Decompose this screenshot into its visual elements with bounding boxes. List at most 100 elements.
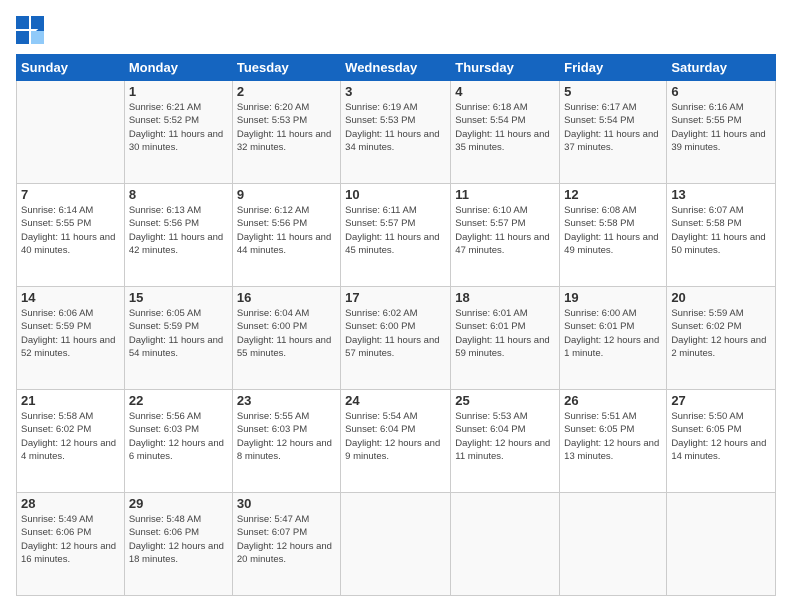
day-info: Sunrise: 6:21 AM Sunset: 5:52 PM Dayligh… [129,101,228,154]
day-info: Sunrise: 6:19 AM Sunset: 5:53 PM Dayligh… [345,101,446,154]
day-number: 1 [129,84,228,99]
day-info: Sunrise: 6:06 AM Sunset: 5:59 PM Dayligh… [21,307,120,360]
day-info: Sunrise: 6:01 AM Sunset: 6:01 PM Dayligh… [455,307,555,360]
calendar-cell: 3 Sunrise: 6:19 AM Sunset: 5:53 PM Daylig… [341,81,451,184]
calendar-cell: 19 Sunrise: 6:00 AM Sunset: 6:01 PM Dayli… [560,287,667,390]
day-info: Sunrise: 5:51 AM Sunset: 6:05 PM Dayligh… [564,410,662,463]
day-number: 23 [237,393,336,408]
calendar-cell: 24 Sunrise: 5:54 AM Sunset: 6:04 PM Dayli… [341,390,451,493]
calendar-cell: 20 Sunrise: 5:59 AM Sunset: 6:02 PM Dayli… [667,287,776,390]
day-info: Sunrise: 6:00 AM Sunset: 6:01 PM Dayligh… [564,307,662,360]
day-info: Sunrise: 6:07 AM Sunset: 5:58 PM Dayligh… [671,204,771,257]
day-number: 3 [345,84,446,99]
day-info: Sunrise: 6:08 AM Sunset: 5:58 PM Dayligh… [564,204,662,257]
day-number: 26 [564,393,662,408]
day-info: Sunrise: 6:14 AM Sunset: 5:55 PM Dayligh… [21,204,120,257]
calendar-cell: 2 Sunrise: 6:20 AM Sunset: 5:53 PM Daylig… [232,81,340,184]
calendar-cell: 15 Sunrise: 6:05 AM Sunset: 5:59 PM Dayli… [124,287,232,390]
day-number: 18 [455,290,555,305]
calendar-cell: 9 Sunrise: 6:12 AM Sunset: 5:56 PM Daylig… [232,184,340,287]
day-info: Sunrise: 5:48 AM Sunset: 6:06 PM Dayligh… [129,513,228,566]
logo-icon [16,16,44,44]
day-number: 22 [129,393,228,408]
calendar-cell [341,493,451,596]
calendar-cell: 18 Sunrise: 6:01 AM Sunset: 6:01 PM Dayli… [451,287,560,390]
day-number: 14 [21,290,120,305]
day-info: Sunrise: 5:56 AM Sunset: 6:03 PM Dayligh… [129,410,228,463]
calendar-day-header: Monday [124,55,232,81]
header [16,16,776,44]
day-number: 27 [671,393,771,408]
calendar-week-row: 28Sunrise: 5:49 AM Sunset: 6:06 PM Dayli… [17,493,776,596]
calendar-cell: 12 Sunrise: 6:08 AM Sunset: 5:58 PM Dayli… [560,184,667,287]
calendar-day-header: Wednesday [341,55,451,81]
calendar-cell: 28Sunrise: 5:49 AM Sunset: 6:06 PM Dayli… [17,493,125,596]
day-info: Sunrise: 6:18 AM Sunset: 5:54 PM Dayligh… [455,101,555,154]
calendar-cell [667,493,776,596]
day-info: Sunrise: 6:16 AM Sunset: 5:55 PM Dayligh… [671,101,771,154]
day-number: 17 [345,290,446,305]
day-number: 19 [564,290,662,305]
day-number: 11 [455,187,555,202]
calendar-day-header: Saturday [667,55,776,81]
calendar-cell: 23 Sunrise: 5:55 AM Sunset: 6:03 PM Dayli… [232,390,340,493]
calendar-cell: 17 Sunrise: 6:02 AM Sunset: 6:00 PM Dayli… [341,287,451,390]
calendar-week-row: 21Sunrise: 5:58 AM Sunset: 6:02 PM Dayli… [17,390,776,493]
calendar-cell: 6Sunrise: 6:16 AM Sunset: 5:55 PM Daylig… [667,81,776,184]
calendar-day-header: Thursday [451,55,560,81]
day-number: 8 [129,187,228,202]
calendar-cell [560,493,667,596]
day-info: Sunrise: 5:59 AM Sunset: 6:02 PM Dayligh… [671,307,771,360]
day-number: 7 [21,187,120,202]
day-number: 2 [237,84,336,99]
day-info: Sunrise: 6:10 AM Sunset: 5:57 PM Dayligh… [455,204,555,257]
calendar-cell: 1 Sunrise: 6:21 AM Sunset: 5:52 PM Daylig… [124,81,232,184]
calendar-cell: 11 Sunrise: 6:10 AM Sunset: 5:57 PM Dayli… [451,184,560,287]
day-info: Sunrise: 6:13 AM Sunset: 5:56 PM Dayligh… [129,204,228,257]
day-info: Sunrise: 6:20 AM Sunset: 5:53 PM Dayligh… [237,101,336,154]
page: SundayMondayTuesdayWednesdayThursdayFrid… [0,0,792,612]
day-info: Sunrise: 6:02 AM Sunset: 6:00 PM Dayligh… [345,307,446,360]
day-number: 4 [455,84,555,99]
day-info: Sunrise: 6:04 AM Sunset: 6:00 PM Dayligh… [237,307,336,360]
calendar-day-header: Sunday [17,55,125,81]
calendar-cell: 13 Sunrise: 6:07 AM Sunset: 5:58 PM Dayli… [667,184,776,287]
day-info: Sunrise: 5:49 AM Sunset: 6:06 PM Dayligh… [21,513,120,566]
day-number: 25 [455,393,555,408]
day-info: Sunrise: 6:11 AM Sunset: 5:57 PM Dayligh… [345,204,446,257]
day-info: Sunrise: 5:47 AM Sunset: 6:07 PM Dayligh… [237,513,336,566]
day-number: 9 [237,187,336,202]
calendar-cell [451,493,560,596]
calendar-week-row: 1 Sunrise: 6:21 AM Sunset: 5:52 PM Daylig… [17,81,776,184]
calendar-cell: 30 Sunrise: 5:47 AM Sunset: 6:07 PM Dayli… [232,493,340,596]
day-number: 29 [129,496,228,511]
calendar-cell [17,81,125,184]
calendar-week-row: 14 Sunrise: 6:06 AM Sunset: 5:59 PM Dayli… [17,287,776,390]
day-number: 30 [237,496,336,511]
calendar-cell: 4 Sunrise: 6:18 AM Sunset: 5:54 PM Daylig… [451,81,560,184]
calendar-cell: 8 Sunrise: 6:13 AM Sunset: 5:56 PM Daylig… [124,184,232,287]
day-number: 15 [129,290,228,305]
calendar-cell: 27Sunrise: 5:50 AM Sunset: 6:05 PM Dayli… [667,390,776,493]
day-info: Sunrise: 5:54 AM Sunset: 6:04 PM Dayligh… [345,410,446,463]
calendar-cell: 7 Sunrise: 6:14 AM Sunset: 5:55 PM Daylig… [17,184,125,287]
calendar-cell: 14 Sunrise: 6:06 AM Sunset: 5:59 PM Dayli… [17,287,125,390]
calendar-day-header: Friday [560,55,667,81]
calendar-day-header: Tuesday [232,55,340,81]
day-info: Sunrise: 6:05 AM Sunset: 5:59 PM Dayligh… [129,307,228,360]
day-number: 24 [345,393,446,408]
calendar-cell: 29 Sunrise: 5:48 AM Sunset: 6:06 PM Dayli… [124,493,232,596]
day-number: 16 [237,290,336,305]
calendar-cell: 21Sunrise: 5:58 AM Sunset: 6:02 PM Dayli… [17,390,125,493]
calendar-cell: 22 Sunrise: 5:56 AM Sunset: 6:03 PM Dayli… [124,390,232,493]
calendar-cell: 5Sunrise: 6:17 AM Sunset: 5:54 PM Daylig… [560,81,667,184]
day-number: 20 [671,290,771,305]
day-info: Sunrise: 5:58 AM Sunset: 6:02 PM Dayligh… [21,410,120,463]
calendar-cell: 26 Sunrise: 5:51 AM Sunset: 6:05 PM Dayli… [560,390,667,493]
day-info: Sunrise: 6:12 AM Sunset: 5:56 PM Dayligh… [237,204,336,257]
day-number: 5 [564,84,662,99]
day-number: 12 [564,187,662,202]
day-number: 13 [671,187,771,202]
day-info: Sunrise: 5:55 AM Sunset: 6:03 PM Dayligh… [237,410,336,463]
calendar-week-row: 7 Sunrise: 6:14 AM Sunset: 5:55 PM Daylig… [17,184,776,287]
